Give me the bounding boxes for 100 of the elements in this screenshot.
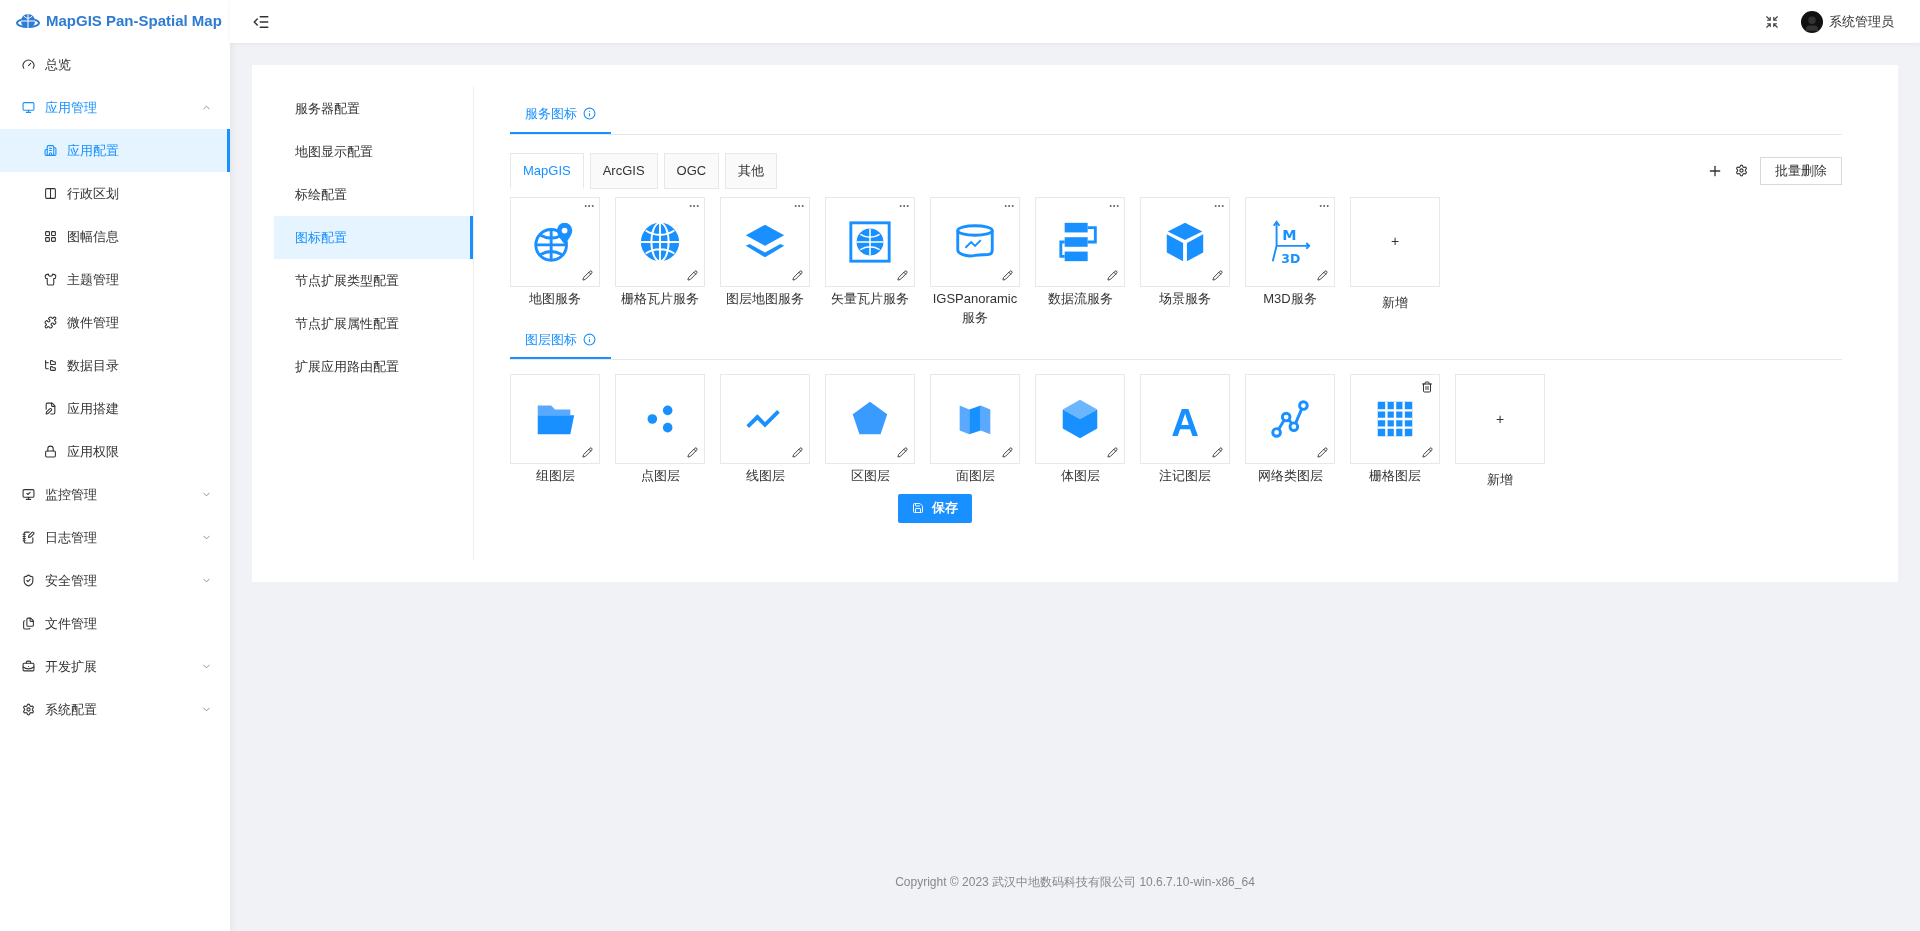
icon-label: M3D服务 (1262, 289, 1318, 308)
edit-icon[interactable] (792, 447, 803, 458)
building-icon (44, 144, 57, 157)
copyright-text: Copyright © 2023 武汉中地数码科技有限公司 10.6.7.10-win-x86_64 (894, 874, 1256, 891)
add-card[interactable]: + (1455, 374, 1545, 464)
config-menu-item[interactable]: 服务器配置 (274, 87, 473, 130)
sidebar-subitem[interactable]: 主题管理 (0, 258, 230, 301)
sidebar-item[interactable]: 安全管理 (0, 559, 230, 602)
edit-icon[interactable] (1002, 447, 1013, 458)
edit-icon[interactable] (897, 447, 908, 458)
icon-label: 注记图层 (1158, 467, 1212, 485)
icon-card[interactable] (615, 374, 705, 464)
files-icon (22, 617, 35, 630)
delete-icon[interactable] (1421, 381, 1433, 393)
edit-icon[interactable] (1212, 447, 1223, 458)
edit-icon[interactable] (1212, 269, 1223, 281)
info-icon[interactable] (583, 107, 596, 121)
sidebar-item[interactable]: 系统配置 (0, 688, 230, 731)
sidebar-subitem[interactable]: 应用权限 (0, 430, 230, 473)
settings-icon (22, 703, 35, 716)
icon-card[interactable] (930, 374, 1020, 464)
sidebar-subitem[interactable]: 图幅信息 (0, 215, 230, 258)
sidebar-item[interactable]: 文件管理 (0, 602, 230, 645)
edit-icon[interactable] (582, 269, 593, 281)
sidebar-subitem[interactable]: 行政区划 (0, 172, 230, 215)
puzzle-icon (44, 316, 57, 329)
icon-label: 栅格瓦片服务 (620, 289, 700, 308)
icon-card[interactable] (1035, 196, 1125, 287)
edit-icon[interactable] (1317, 269, 1328, 281)
service-type-tab[interactable]: 其他 (725, 152, 778, 189)
gauge-icon (22, 58, 35, 71)
icon-label: 区图层 (849, 467, 891, 485)
settings-icon[interactable] (1735, 164, 1748, 177)
icon-label: 矢量瓦片服务 (830, 289, 910, 308)
icon-card[interactable] (720, 196, 810, 287)
edit-icon[interactable] (1317, 447, 1328, 458)
sidebar-item[interactable]: 监控管理 (0, 473, 230, 516)
icon-card[interactable] (825, 374, 915, 464)
avatar[interactable] (1801, 10, 1823, 33)
config-menu-item[interactable]: 节点扩展属性配置 (274, 302, 473, 345)
icon-card[interactable] (1245, 374, 1335, 464)
icon-label: 组图层 (534, 467, 576, 485)
edit-icon[interactable] (687, 447, 698, 458)
icon-label: 地图服务 (528, 289, 582, 308)
framed-globe-icon (847, 218, 893, 265)
sidebar-subitem[interactable]: 微件管理 (0, 301, 230, 344)
icon-label: 图层地图服务 (725, 289, 805, 308)
lock-icon (44, 445, 57, 458)
edit-icon[interactable] (1107, 269, 1118, 281)
add-label: 新增 (1487, 471, 1513, 489)
icon-label: 体图层 (1059, 467, 1101, 485)
icon-label: 点图层 (639, 467, 681, 485)
config-menu-item[interactable]: 节点扩展类型配置 (274, 259, 473, 302)
sidebar-subitem[interactable]: 应用搭建 (0, 387, 230, 430)
edit-icon[interactable] (582, 447, 593, 458)
edit-icon[interactable] (1107, 447, 1118, 458)
tree-icon (44, 359, 57, 372)
edit-icon[interactable] (687, 269, 698, 281)
config-menu-item[interactable]: 扩展应用路由配置 (274, 345, 473, 388)
info-icon[interactable] (583, 332, 596, 346)
icon-card[interactable] (930, 196, 1020, 287)
icon-label: 场景服务 (1158, 289, 1212, 308)
exit-fullscreen-icon[interactable] (1765, 14, 1779, 29)
add-label: 新增 (1382, 293, 1408, 312)
columns-icon (44, 187, 57, 200)
icon-label: 数据流服务 (1046, 289, 1114, 308)
service-type-tab[interactable]: ArcGIS (589, 152, 658, 189)
sidebar-item[interactable]: 开发扩展 (0, 645, 230, 688)
config-menu-item[interactable]: 标绘配置 (274, 173, 473, 216)
icon-card[interactable] (720, 374, 810, 464)
briefcase-icon (22, 660, 35, 673)
icon-card[interactable] (1035, 374, 1125, 464)
config-menu-item[interactable]: 地图显示配置 (274, 130, 473, 173)
edit-icon[interactable] (1422, 447, 1433, 458)
sidebar-subitem[interactable]: 数据目录 (0, 344, 230, 387)
service-type-tab[interactable]: OGC (663, 152, 720, 189)
save-icon (912, 502, 924, 514)
icon-label: 线图层 (744, 467, 786, 485)
icon-card[interactable] (615, 196, 705, 287)
icon-label: 面图层 (954, 467, 996, 485)
icon-card[interactable] (510, 196, 600, 287)
letter-icon: A (1162, 396, 1208, 442)
icon-card[interactable] (1140, 196, 1230, 287)
monitor-icon (22, 488, 35, 501)
icon-card[interactable] (510, 374, 600, 464)
icon-label: IGSPanoramic服务 (931, 289, 1019, 327)
edit-icon[interactable] (792, 269, 803, 281)
shield-icon (22, 574, 35, 587)
icon-label: 网络类图层 (1256, 467, 1324, 485)
sidebar-item[interactable]: 总览 (0, 43, 230, 86)
add-card[interactable]: + (1350, 196, 1440, 287)
batch-delete-button[interactable]: 批量删除 (1760, 156, 1842, 185)
icon-card[interactable] (825, 196, 915, 287)
shirt-icon (44, 273, 57, 286)
edit-icon[interactable] (897, 269, 908, 281)
edit-icon[interactable] (1002, 269, 1013, 281)
user-name[interactable]: 系统管理员 (1829, 11, 1894, 32)
app-title: MapGIS Pan-Spatial Map (46, 11, 222, 32)
file-edit-icon (44, 402, 57, 415)
sidebar-item[interactable]: 日志管理 (0, 516, 230, 559)
